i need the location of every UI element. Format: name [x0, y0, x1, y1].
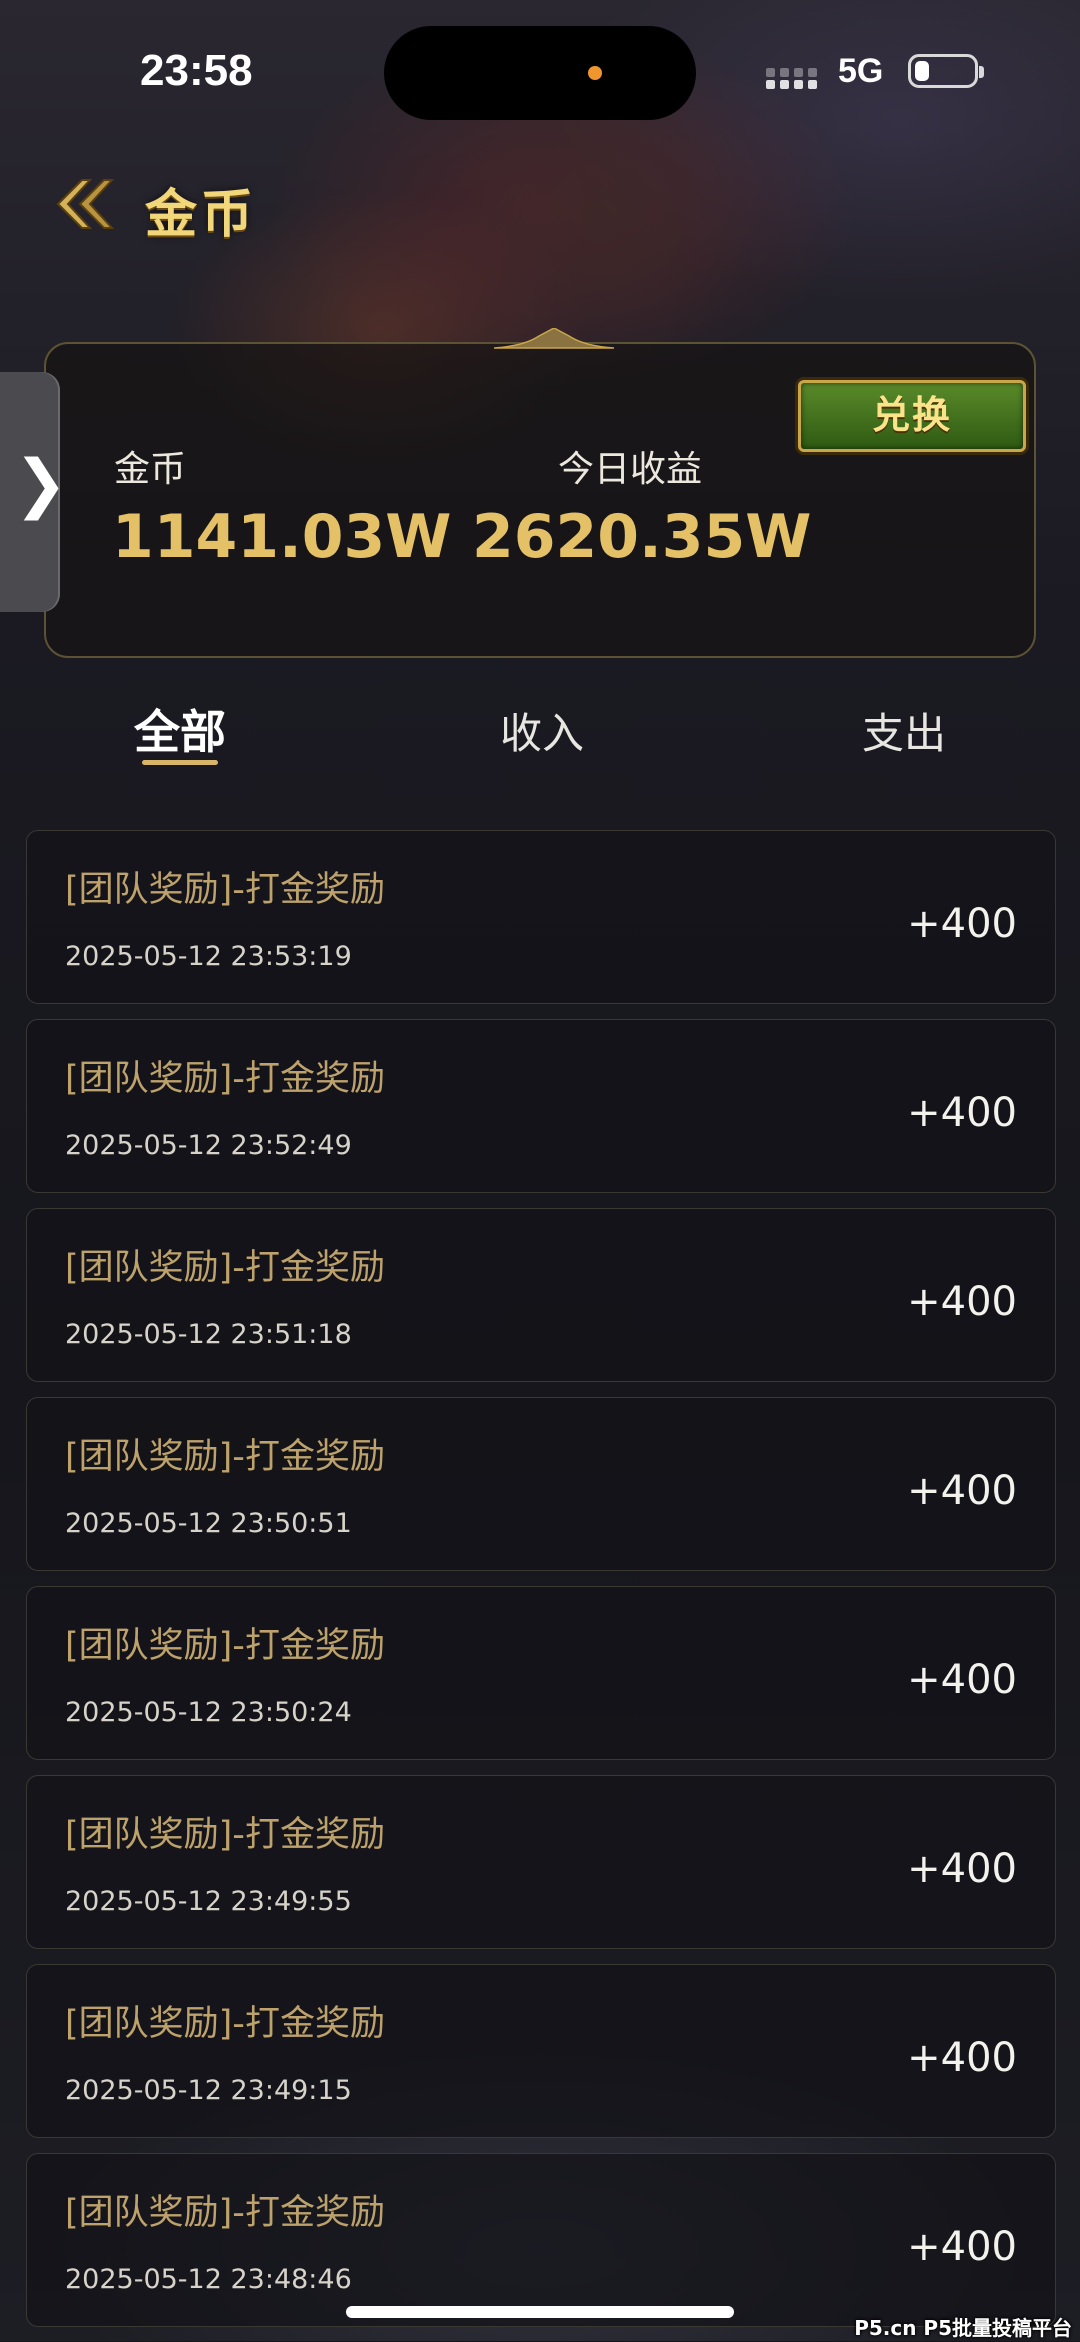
- transaction-amount: +400: [907, 1657, 1017, 1703]
- home-indicator[interactable]: [346, 2306, 734, 2318]
- transaction-amount: +400: [907, 2224, 1017, 2270]
- transaction-title: [团队奖励]-打金奖励: [65, 2004, 385, 2044]
- transaction-item[interactable]: [团队奖励]-打金奖励 2025-05-12 23:48:46 +400: [26, 2153, 1056, 2327]
- transaction-title: [团队奖励]-打金奖励: [65, 1248, 385, 1288]
- transaction-amount: +400: [907, 1090, 1017, 1136]
- transaction-title: [团队奖励]-打金奖励: [65, 1626, 385, 1666]
- status-time: 23:58: [140, 46, 253, 95]
- transaction-title: [团队奖励]-打金奖励: [65, 1815, 385, 1855]
- active-tab-indicator: [142, 760, 218, 765]
- transaction-time: 2025-05-12 23:50:24: [65, 1697, 352, 1728]
- transaction-amount: +400: [907, 1468, 1017, 1514]
- transaction-item[interactable]: [团队奖励]-打金奖励 2025-05-12 23:50:24 +400: [26, 1586, 1056, 1760]
- transaction-time: 2025-05-12 23:53:19: [65, 941, 352, 972]
- transaction-title: [团队奖励]-打金奖励: [65, 870, 385, 910]
- filter-tabs: 全部 收入 支出: [0, 690, 1080, 790]
- transaction-time: 2025-05-12 23:49:55: [65, 1886, 352, 1917]
- transaction-amount: +400: [907, 1279, 1017, 1325]
- coins-value: 1141.03W: [112, 502, 452, 572]
- transaction-item[interactable]: [团队奖励]-打金奖励 2025-05-12 23:51:18 +400: [26, 1208, 1056, 1382]
- transaction-title: [团队奖励]-打金奖励: [65, 1437, 385, 1477]
- transaction-item[interactable]: [团队奖励]-打金奖励 2025-05-12 23:49:15 +400: [26, 1964, 1056, 2138]
- transaction-time: 2025-05-12 23:50:51: [65, 1508, 352, 1539]
- privacy-indicator-dot: [588, 66, 602, 80]
- transaction-time: 2025-05-12 23:48:46: [65, 2264, 352, 2295]
- transaction-title: [团队奖励]-打金奖励: [65, 2193, 385, 2233]
- tab-all[interactable]: 全部: [134, 696, 226, 762]
- transaction-amount: +400: [907, 2035, 1017, 2081]
- transaction-item[interactable]: [团队奖励]-打金奖励 2025-05-12 23:50:51 +400: [26, 1397, 1056, 1571]
- transaction-item[interactable]: [团队奖励]-打金奖励 2025-05-12 23:53:19 +400: [26, 830, 1056, 1004]
- network-type: 5G: [838, 52, 884, 90]
- coins-label: 金币: [114, 449, 187, 490]
- today-earnings-label: 今日收益: [558, 449, 703, 490]
- dynamic-island: [384, 26, 696, 120]
- transaction-title: [团队奖励]-打金奖励: [65, 1059, 385, 1099]
- transaction-time: 2025-05-12 23:51:18: [65, 1319, 352, 1350]
- exchange-button[interactable]: 兑换: [798, 380, 1026, 452]
- signal-icon: [766, 60, 824, 92]
- transaction-time: 2025-05-12 23:49:15: [65, 2075, 352, 2106]
- tab-income[interactable]: 收入: [500, 700, 584, 761]
- status-bar: 23:58 5G: [0, 0, 1080, 140]
- transaction-item[interactable]: [团队奖励]-打金奖励 2025-05-12 23:49:55 +400: [26, 1775, 1056, 1949]
- today-earnings-value: 2620.35W: [472, 502, 812, 572]
- side-drawer-handle[interactable]: ❯: [0, 372, 68, 612]
- tab-expense[interactable]: 支出: [862, 700, 946, 761]
- page-header: 金币: [0, 160, 1080, 250]
- watermark: P5.cn P5批量投稿平台: [854, 2316, 1072, 2340]
- card-ornament: [494, 328, 614, 349]
- battery-icon: [908, 54, 984, 88]
- transaction-list: [团队奖励]-打金奖励 2025-05-12 23:53:19 +400 [团队…: [26, 830, 1056, 2342]
- transaction-amount: +400: [907, 1846, 1017, 1892]
- page-title: 金币: [145, 184, 258, 245]
- transaction-amount: +400: [907, 901, 1017, 947]
- transaction-item[interactable]: [团队奖励]-打金奖励 2025-05-12 23:52:49 +400: [26, 1019, 1056, 1193]
- exchange-button-label: 兑换: [871, 392, 952, 437]
- transaction-time: 2025-05-12 23:52:49: [65, 1130, 352, 1161]
- chevron-right-icon: ❯: [14, 447, 68, 521]
- double-chevron-left-icon[interactable]: [52, 176, 114, 232]
